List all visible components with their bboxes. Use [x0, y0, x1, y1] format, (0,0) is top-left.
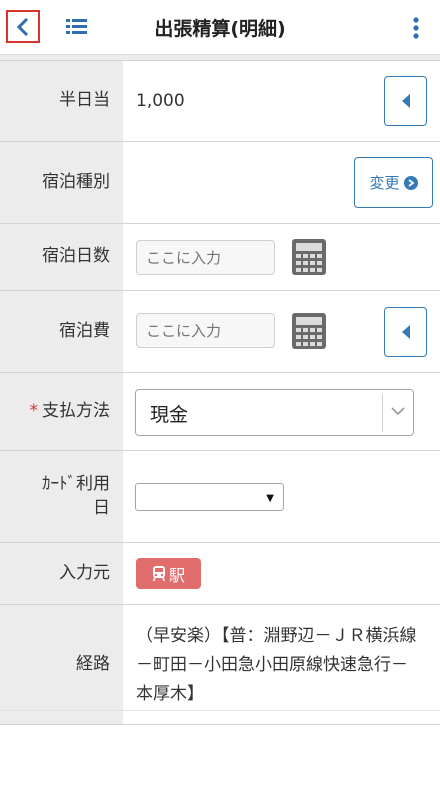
station-badge: 駅: [136, 558, 201, 589]
field-label: 半日当: [0, 61, 123, 141]
field-label: 宿泊種別: [0, 142, 123, 223]
half-day-value: 1,000: [136, 91, 185, 111]
route-text: （早安楽）【普：淵野辺－ＪＲ横浜線－町田－小田急小田原線快速急行－本厚木】: [136, 626, 417, 704]
row-card-date: ｶｰﾄﾞ利用 日 ▼: [0, 451, 440, 543]
footer-divider: [0, 710, 440, 711]
field-value-area: ▼: [123, 451, 440, 542]
row-lodging-cost: 宿泊費: [0, 291, 440, 373]
detail-form: 半日当 1,000 宿泊種別 変更 宿泊日数 ここに入力 宿泊費 ここに入力 *…: [0, 61, 440, 725]
field-label: 支払方法: [42, 400, 110, 421]
field-value-area: 変更: [123, 142, 440, 223]
row-route: 経路 （早安楽）【普：淵野辺－ＪＲ横浜線－町田－小田急小田原線快速急行－本厚木】: [0, 605, 440, 725]
collapse-button[interactable]: [384, 307, 427, 357]
field-label: 宿泊費: [0, 291, 123, 372]
field-label-line1: ｶｰﾄﾞ利用: [42, 473, 110, 494]
collapse-button[interactable]: [384, 76, 427, 126]
caret-left-icon: [401, 94, 410, 108]
field-value-area: （早安楽）【普：淵野辺－ＪＲ横浜線－町田－小田急小田原線快速急行－本厚木】: [123, 605, 440, 724]
field-label: 宿泊日数: [0, 224, 123, 290]
row-half-day: 半日当 1,000: [0, 61, 440, 142]
select-divider: [382, 394, 383, 432]
payment-method-value: 現金: [150, 404, 189, 426]
field-value-area: 1,000: [123, 61, 440, 141]
calculator-icon[interactable]: [291, 238, 327, 276]
lodging-cost-input[interactable]: [136, 313, 275, 348]
field-value-area: 現金: [123, 373, 440, 450]
circle-arrow-right-icon: [403, 175, 418, 190]
page-title: 出張精算(明細): [154, 18, 286, 40]
kebab-menu-icon: [413, 17, 419, 39]
row-payment-method: * 支払方法 現金: [0, 373, 440, 451]
field-value-area: [123, 224, 440, 290]
field-label-line2: 日: [93, 497, 110, 518]
field-label: 経路: [0, 605, 123, 724]
field-label-wrap: ｶｰﾄﾞ利用 日: [0, 451, 123, 542]
row-lodging-days: 宿泊日数: [0, 224, 440, 291]
payment-method-select[interactable]: 現金: [135, 389, 414, 436]
badge-text: 駅: [168, 565, 185, 585]
field-value-area: 駅: [123, 543, 440, 604]
train-icon: [152, 566, 166, 582]
lodging-days-input[interactable]: [136, 240, 275, 275]
app-header: 出張精算(明細): [0, 0, 440, 55]
card-date-select[interactable]: ▼: [135, 483, 284, 511]
change-button[interactable]: 変更: [354, 157, 433, 208]
change-label: 変更: [369, 174, 400, 192]
row-lodging-type: 宿泊種別 変更: [0, 142, 440, 224]
chevron-down-icon: [391, 407, 405, 416]
field-label-wrap: * 支払方法: [0, 373, 123, 450]
menu-button[interactable]: [412, 16, 420, 40]
dropdown-triangle-icon: ▼: [266, 493, 274, 504]
calculator-icon[interactable]: [291, 312, 327, 350]
caret-left-icon: [401, 325, 410, 339]
row-input-source: 入力元 駅: [0, 543, 440, 605]
field-value-area: [123, 291, 440, 372]
field-label: 入力元: [0, 543, 123, 604]
required-mark: *: [29, 400, 39, 421]
